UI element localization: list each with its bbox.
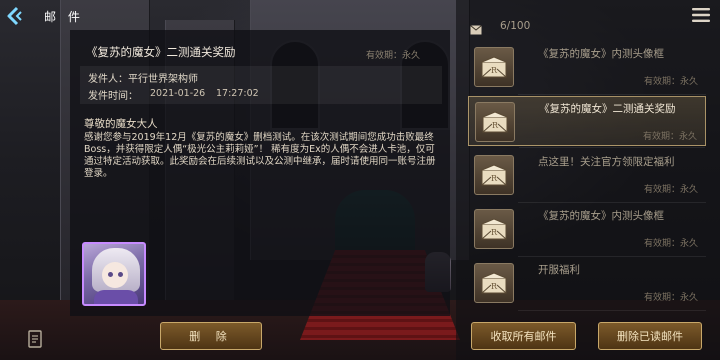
mail-body: 感谢您参与2019年12月《复苏的魔女》删档测试。在该次测试期间您成功击败最终B… — [84, 132, 436, 179]
svg-text:R: R — [491, 282, 498, 291]
mail-count: 6/100 — [500, 20, 531, 32]
sender-info: 发件人：平行世界架构师 发件时间： 2021-01-26 17:27:02 — [80, 66, 442, 104]
delete-button[interactable]: 删 除 — [160, 322, 262, 350]
mail-detail-panel: 《复苏的魔女》二测通关奖励 有效期：永久 发件人：平行世界架构师 发件时间： 2… — [70, 30, 450, 316]
divider — [519, 147, 705, 148]
mail-expiry: 有效期：永久 — [642, 132, 697, 142]
reward-item-avatar[interactable] — [82, 242, 146, 306]
mail-expiry: 有效期：永久 — [643, 185, 698, 195]
svg-text:R: R — [491, 228, 498, 237]
mail-list-item[interactable]: R 点这里！关注官方领限定福利有效期：永久 — [468, 150, 706, 203]
open-envelope-icon: R — [474, 263, 514, 303]
envelope-icon — [470, 20, 482, 35]
mail-expiry: 有效期：永久 — [643, 293, 698, 303]
page-title: 邮 件 — [44, 10, 84, 24]
divider — [518, 202, 706, 203]
send-time-label: 发件时间： — [88, 91, 138, 102]
mail-greeting: 尊敬的魔女大人 — [84, 118, 158, 130]
mail-list-item[interactable]: R 《复苏的魔女》内测头像框有效期：永久 — [468, 204, 706, 257]
open-envelope-icon: R — [474, 209, 514, 249]
svg-text:R: R — [492, 121, 499, 130]
divider — [518, 94, 706, 95]
collect-all-mail-button[interactable]: 收取所有邮件 — [471, 322, 576, 350]
hamburger-menu-icon[interactable] — [691, 7, 711, 23]
mail-detail-validity: 有效期：永久 — [365, 51, 420, 61]
divider — [518, 256, 706, 257]
mail-expiry: 有效期：永久 — [643, 239, 698, 249]
mail-expiry: 有效期：永久 — [643, 77, 698, 87]
mail-list-item[interactable]: R 开服福利有效期：永久 — [468, 258, 706, 311]
open-envelope-icon: R — [474, 155, 514, 195]
divider — [518, 310, 706, 311]
send-time: 17:27:02 — [216, 88, 259, 99]
notes-icon[interactable] — [28, 330, 42, 348]
sender-line: 发件人：平行世界架构师 — [88, 74, 198, 85]
delete-read-mail-button[interactable]: 删除已读邮件 — [598, 322, 702, 350]
mail-subject: 点这里！关注官方领限定福利 — [538, 156, 675, 168]
svg-text:R: R — [491, 66, 498, 75]
send-date: 2021-01-26 — [150, 88, 206, 99]
mail-subject: 开服福利 — [538, 264, 580, 276]
mail-list-item[interactable]: R 《复苏的魔女》二测通关奖励有效期：永久 — [468, 96, 706, 148]
mail-subject: 《复苏的魔女》二测通关奖励 — [539, 103, 676, 115]
open-envelope-icon: R — [474, 47, 514, 87]
svg-text:R: R — [491, 174, 498, 183]
mail-list-item[interactable]: R 《复苏的魔女》内测头像框有效期：永久 — [468, 42, 706, 95]
back-button[interactable] — [2, 4, 26, 28]
mail-subject: 《复苏的魔女》内测头像框 — [538, 210, 664, 222]
back-arrow-icon — [7, 6, 22, 26]
mail-detail-title: 《复苏的魔女》二测通关奖励 — [86, 45, 236, 59]
open-envelope-icon: R — [475, 102, 515, 142]
mail-subject: 《复苏的魔女》内测头像框 — [538, 48, 664, 60]
